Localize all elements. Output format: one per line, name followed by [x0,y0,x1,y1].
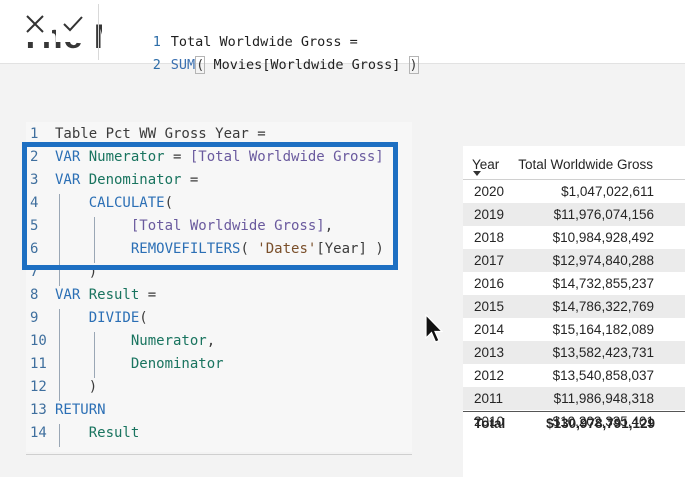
formula-bar-divider [98,4,99,60]
gross-cell: $11,976,074,156 [553,207,654,222]
line-number: 12 [30,379,47,395]
code-line[interactable]: 10 Numerator, [26,330,406,353]
code-token: ( [139,310,148,326]
gross-cell: $12,974,840,288 [552,253,654,268]
line-number: 9 [30,310,39,326]
code-line[interactable]: 14 Result [26,422,406,445]
code-line[interactable]: 13 RETURN [26,399,406,422]
gross-cell: $10,984,928,492 [552,230,654,245]
code-text: VAR Result = [55,284,156,307]
gross-cell: $11,986,948,318 [553,391,654,406]
code-line[interactable]: 9 DIVIDE( [26,307,406,330]
year-cell: 2017 [474,253,505,268]
table-row[interactable]: 2011 $11,986,948,318 [463,387,685,410]
code-token: , [206,333,216,349]
code-text: Numerator, [55,330,215,353]
year-cell: 2012 [474,368,505,383]
formula-bar: The M 1Total Worldwide Gross = 2SUM( Mov… [0,0,685,74]
code-token: = [139,287,157,303]
checkmark-icon [63,16,83,32]
table-visual[interactable]: Year Total Worldwide Gross 2020 $1,047,02… [463,146,685,477]
code-token: Table Pct WW Gross Year = [55,126,266,142]
formula-input[interactable]: 1 Total Worldwide Gross = 2 SUM( Movies[Wo… [102,8,682,74]
total-row: Total $130,978,791,129 [463,412,685,436]
code-text: Denominator [55,353,224,376]
formula-text: Total Worldwide Gross = [170,34,358,50]
function-token: SUM [170,57,196,73]
code-token: Result [88,425,140,441]
highlight-box [22,142,398,270]
sort-descending-icon [473,171,481,176]
line-number: 13 [30,402,47,418]
formula-line: 1 Total Worldwide Gross = [102,8,682,50]
code-line[interactable]: 11 Denominator [26,353,406,376]
gross-cell: $1,047,022,611 [561,184,654,199]
table-row[interactable]: 2017 $12,974,840,288 [463,249,685,272]
close-paren: ) [408,56,419,74]
code-token: DIVIDE [88,310,140,326]
line-number: 2 [152,57,161,73]
open-paren: ( [195,56,206,74]
code-token: Denominator [130,356,224,372]
total-value: $130,978,791,129 [546,416,655,431]
line-number: 1 [152,34,161,50]
code-line[interactable]: 12 ) [26,376,406,399]
editor-bottom-border [26,454,412,455]
formula-argument: Movies[Worldwide Gross] [205,57,409,73]
gross-cell: $13,540,858,037 [552,368,654,383]
year-cell: 2018 [474,230,505,245]
gross-cell: $14,786,322,769 [552,299,654,314]
code-text: ) [55,376,97,399]
code-text: RETURN [55,399,106,422]
code-token: Numerator [130,333,207,349]
gross-cell: $14,732,855,237 [552,276,654,291]
year-cell: 2020 [474,184,505,199]
table-row[interactable]: 2012 $13,540,858,037 [463,364,685,387]
gross-cell: $13,582,423,731 [552,345,654,360]
table-row[interactable]: 2015 $14,786,322,769 [463,295,685,318]
code-token: Result [88,287,140,303]
table-row[interactable]: 2013 $13,582,423,731 [463,341,685,364]
year-cell: 2013 [474,345,505,360]
mouse-cursor-icon [425,314,443,343]
line-number: 14 [30,425,47,441]
cancel-button[interactable] [18,6,52,42]
table-row[interactable]: 2020 $1,047,022,611 [463,180,685,203]
code-text: DIVIDE( [55,307,148,330]
code-token: ) [55,379,98,395]
code-line[interactable]: 8 VAR Result = [26,284,406,307]
table-row[interactable]: 2014 $15,164,182,089 [463,318,685,341]
table-row[interactable]: 2019 $11,976,074,156 [463,203,685,226]
close-icon [26,15,44,33]
line-number: 10 [30,333,47,349]
code-text: Result [55,422,140,445]
commit-button[interactable] [56,6,90,42]
year-cell: 2015 [474,299,505,314]
line-number: 8 [30,287,39,303]
code-token: RETURN [55,402,106,418]
year-cell: 2019 [474,207,505,222]
year-cell: 2016 [474,276,505,291]
column-header-worldwide-gross[interactable]: Total Worldwide Gross [518,150,653,180]
code-token: VAR [55,287,89,303]
line-number: 11 [30,356,47,372]
table-row[interactable]: 2018 $10,984,928,492 [463,226,685,249]
gross-cell: $15,164,182,089 [552,322,654,337]
year-cell: 2011 [474,391,504,406]
year-cell: 2014 [474,322,505,337]
table-row[interactable]: 2016 $14,732,855,237 [463,272,685,295]
total-label: Total [474,416,506,431]
